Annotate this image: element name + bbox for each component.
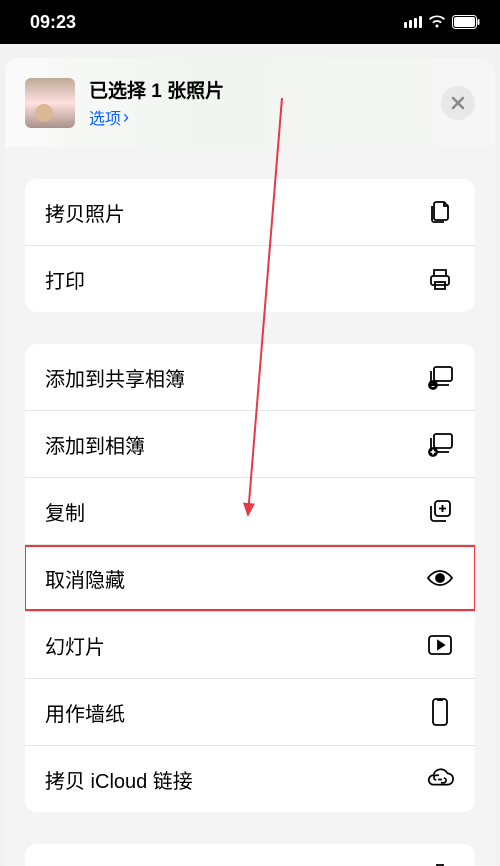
action-group: 创建表盘 bbox=[25, 844, 475, 866]
row-label: 幻灯片 bbox=[45, 631, 105, 660]
row-label: 创建表盘 bbox=[45, 863, 125, 866]
row-label: 复制 bbox=[45, 497, 85, 526]
slideshow-row[interactable]: 幻灯片 bbox=[25, 611, 475, 678]
print-icon bbox=[425, 264, 455, 294]
action-group: 添加到共享相簿 添加到相簿 复制 取消隐藏 幻灯片 用作墙纸 bbox=[25, 344, 475, 812]
chevron-right-icon: › bbox=[123, 107, 129, 128]
row-label: 取消隐藏 bbox=[45, 564, 125, 593]
shared-album-icon bbox=[425, 362, 455, 392]
share-sheet: 已选择 1 张照片 选项 › 拷贝照片 打印 添加到共享相簿 bbox=[5, 58, 495, 866]
signal-bars-icon bbox=[404, 16, 422, 28]
copy-docs-icon bbox=[425, 197, 455, 227]
row-label: 拷贝 iCloud 链接 bbox=[45, 765, 193, 794]
close-button[interactable] bbox=[441, 86, 475, 120]
duplicate-icon bbox=[425, 496, 455, 526]
wifi-icon bbox=[428, 15, 446, 29]
row-label: 添加到相簿 bbox=[45, 430, 145, 459]
row-label: 用作墙纸 bbox=[45, 698, 125, 727]
phone-icon bbox=[425, 697, 455, 727]
add-shared-album-row[interactable]: 添加到共享相簿 bbox=[25, 344, 475, 410]
wallpaper-row[interactable]: 用作墙纸 bbox=[25, 678, 475, 745]
unhide-row[interactable]: 取消隐藏 bbox=[25, 544, 475, 611]
status-bar: 09:23 bbox=[0, 0, 500, 44]
sheet-title: 已选择 1 张照片 bbox=[89, 76, 427, 103]
play-icon bbox=[425, 630, 455, 660]
options-link[interactable]: 选项 › bbox=[89, 105, 427, 129]
photo-thumbnail[interactable] bbox=[25, 78, 75, 128]
battery-icon bbox=[452, 15, 480, 29]
status-time: 09:23 bbox=[30, 12, 76, 33]
close-icon bbox=[451, 96, 465, 110]
create-watchface-row[interactable]: 创建表盘 bbox=[25, 844, 475, 866]
print-row[interactable]: 打印 bbox=[25, 245, 475, 312]
row-label: 添加到共享相簿 bbox=[45, 363, 185, 392]
actions-list: 拷贝照片 打印 添加到共享相簿 添加到相簿 复制 取消隐藏 bbox=[5, 147, 495, 866]
eye-icon bbox=[425, 563, 455, 593]
options-label: 选项 bbox=[89, 105, 121, 129]
status-icons bbox=[404, 15, 480, 29]
copy-photo-row[interactable]: 拷贝照片 bbox=[25, 179, 475, 245]
row-label: 拷贝照片 bbox=[45, 198, 125, 227]
cloud-link-icon bbox=[425, 764, 455, 794]
duplicate-row[interactable]: 复制 bbox=[25, 477, 475, 544]
row-label: 打印 bbox=[45, 265, 85, 294]
icloud-link-row[interactable]: 拷贝 iCloud 链接 bbox=[25, 745, 475, 812]
watch-icon bbox=[425, 862, 455, 866]
add-album-icon bbox=[425, 429, 455, 459]
sheet-header: 已选择 1 张照片 选项 › bbox=[5, 58, 495, 147]
add-album-row[interactable]: 添加到相簿 bbox=[25, 410, 475, 477]
action-group: 拷贝照片 打印 bbox=[25, 179, 475, 312]
